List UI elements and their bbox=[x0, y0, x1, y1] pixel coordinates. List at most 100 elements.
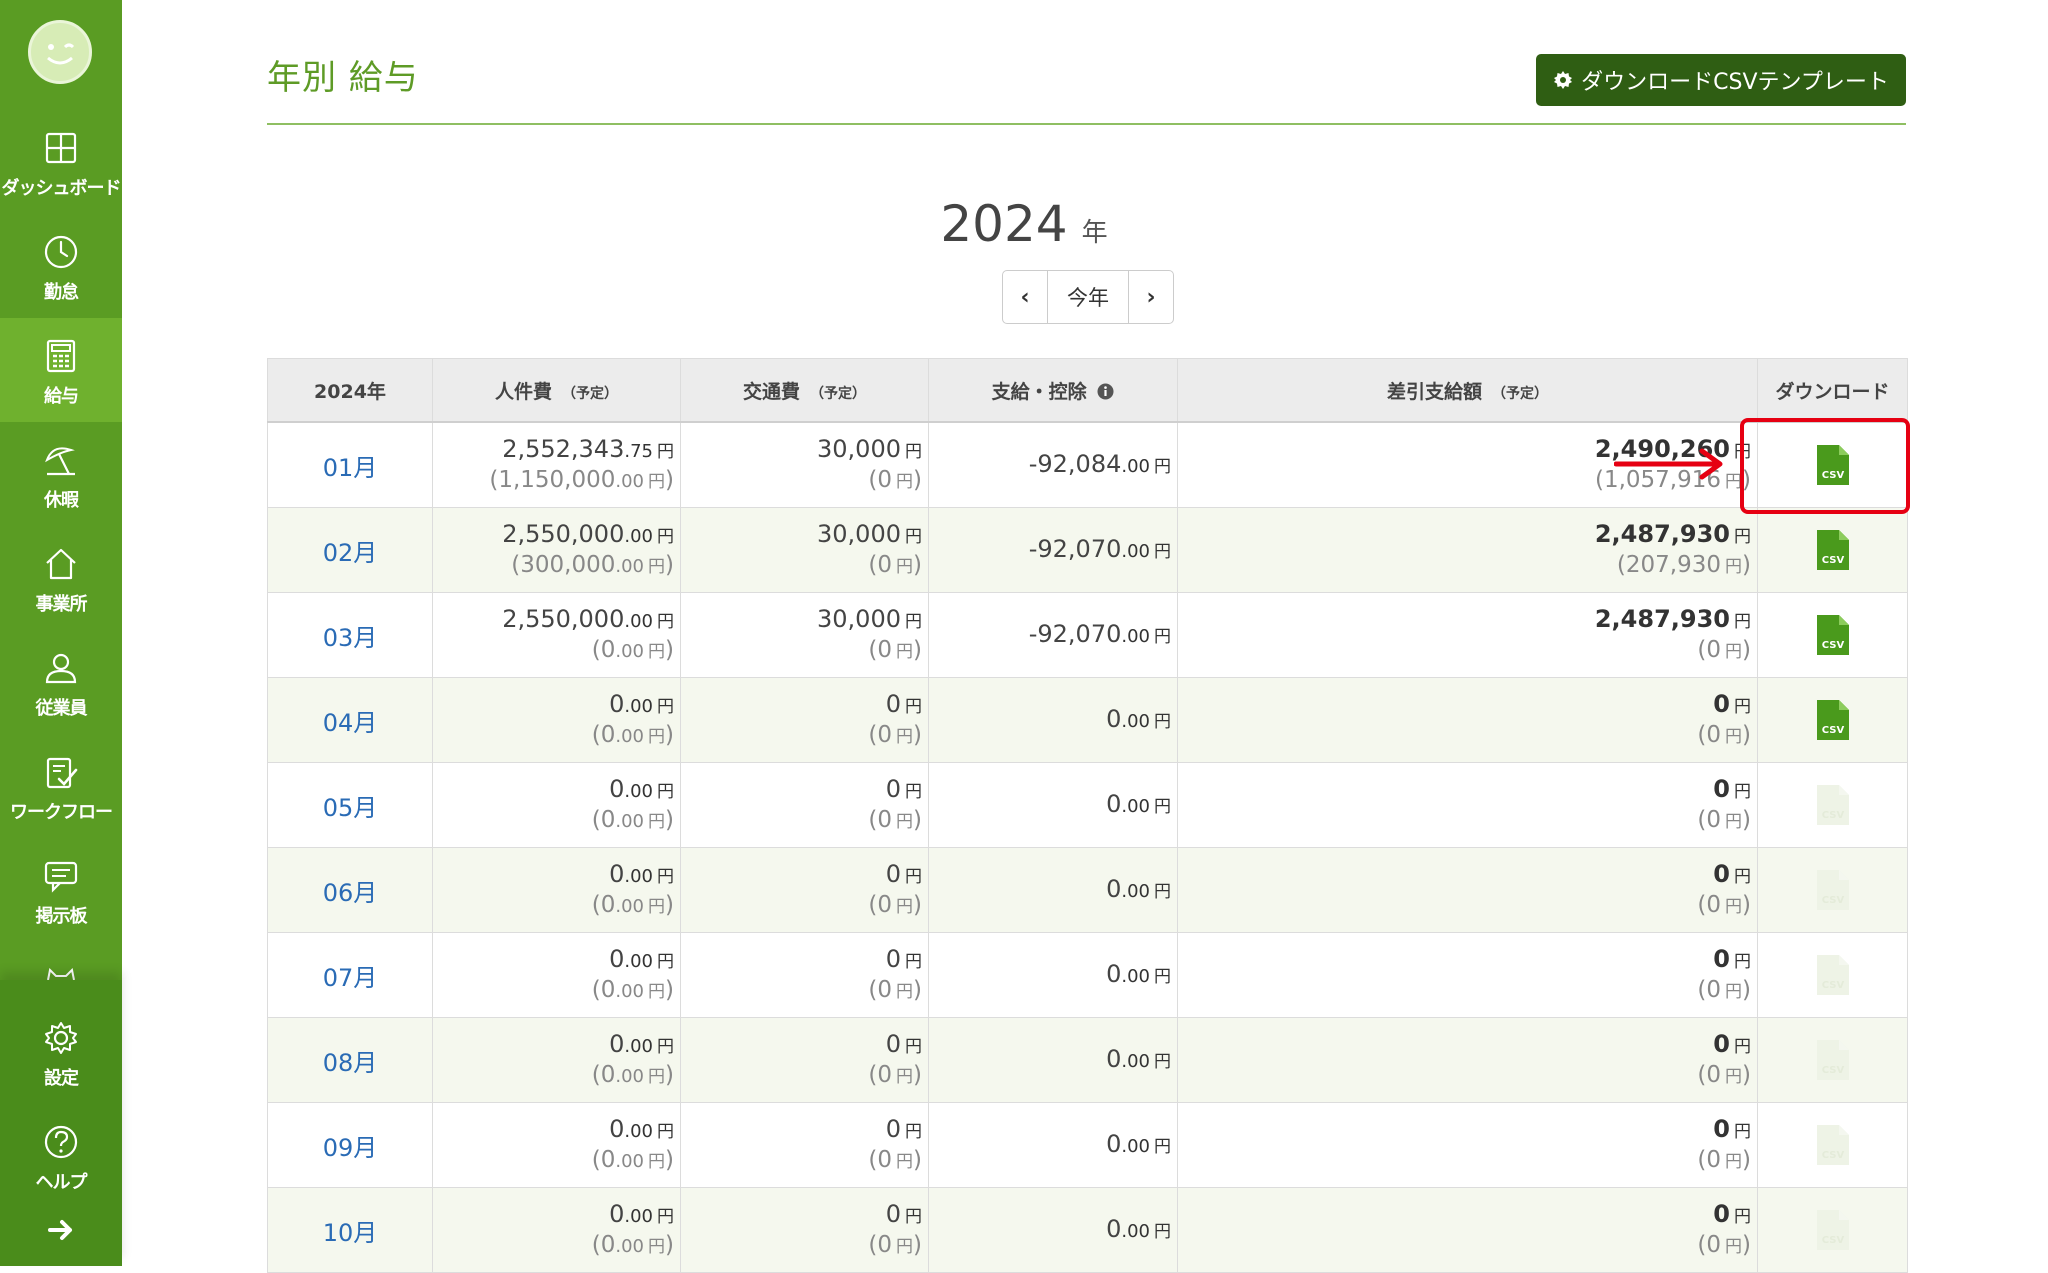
value-decimal: .75 bbox=[624, 440, 653, 462]
close-paren: ) bbox=[665, 721, 674, 748]
month-link[interactable]: 10月 bbox=[267, 1187, 433, 1273]
yen-unit: 円 bbox=[1154, 626, 1171, 647]
csv-file-icon[interactable]: CSV bbox=[1816, 699, 1850, 741]
table-row: 02月 2,550,000.00 円 (300,000.00 円) 30,000 円 (0 円)… bbox=[267, 507, 1908, 593]
close-paren: ) bbox=[665, 1146, 674, 1173]
value-main: 0 bbox=[1106, 1129, 1122, 1158]
value-planned: (0 bbox=[1697, 806, 1722, 833]
value-main: 0 bbox=[1713, 1199, 1730, 1228]
yen-unit: 円 bbox=[648, 1066, 666, 1087]
close-paren: ) bbox=[665, 976, 674, 1003]
value-main: 0 bbox=[1713, 859, 1730, 888]
value-main: 0 bbox=[1106, 789, 1122, 818]
value-decimal: .00 bbox=[624, 780, 653, 802]
current-year-button[interactable]: 今年 bbox=[1047, 271, 1129, 323]
yen-unit: 円 bbox=[648, 896, 666, 917]
expand-sidebar-arrow-icon[interactable] bbox=[44, 1218, 78, 1242]
close-paren: ) bbox=[913, 636, 922, 663]
yen-unit: 円 bbox=[648, 641, 666, 662]
sidebar-item-settings[interactable]: 設定 bbox=[0, 1000, 122, 1104]
yen-unit: 円 bbox=[1154, 1051, 1171, 1072]
svg-text:CSV: CSV bbox=[1821, 1150, 1844, 1161]
col-header-net-pay: 差引支給額 （予定） bbox=[1177, 358, 1758, 423]
value-main: 0 bbox=[609, 1199, 625, 1228]
yen-unit: 円 bbox=[1154, 796, 1171, 817]
yen-unit: 円 bbox=[648, 1236, 666, 1257]
yen-unit: 円 bbox=[1734, 1036, 1751, 1057]
csv-file-icon: CSV bbox=[1816, 1040, 1849, 1080]
value-decimal: .00 bbox=[624, 1120, 653, 1142]
value-main: 2,550,000 bbox=[502, 519, 625, 548]
value-main: 2,487,930 bbox=[1594, 519, 1730, 548]
yen-unit: 円 bbox=[1725, 1151, 1743, 1172]
value-decimal: .00 bbox=[1121, 1135, 1150, 1157]
svg-text:CSV: CSV bbox=[1821, 895, 1844, 906]
sidebar-item-label: 休暇 bbox=[44, 490, 79, 511]
svg-text:CSV: CSV bbox=[1821, 725, 1844, 736]
month-link[interactable]: 05月 bbox=[267, 762, 433, 848]
sidebar-item-leave[interactable]: 休暇 bbox=[0, 422, 122, 526]
home-icon bbox=[46, 548, 76, 580]
col-header-month: 2024年 bbox=[267, 358, 433, 423]
yen-unit: 円 bbox=[1154, 1221, 1171, 1242]
beach-umbrella-icon bbox=[45, 447, 75, 476]
value-main: 0 bbox=[1713, 1029, 1730, 1058]
chat-icon bbox=[44, 861, 78, 893]
smiley-logo-icon[interactable] bbox=[28, 20, 92, 84]
value-decimal: .00 bbox=[615, 1150, 645, 1172]
sidebar-item-employees[interactable]: 従業員 bbox=[0, 630, 122, 734]
sidebar-item-help[interactable]: ヘルプ bbox=[0, 1104, 122, 1208]
prev-year-button[interactable]: ‹ bbox=[1003, 271, 1047, 323]
value-main: 2,552,343 bbox=[502, 434, 625, 463]
yen-unit: 円 bbox=[1725, 556, 1743, 577]
net-pay-cell: 2,487,930 円 (0 円) bbox=[1177, 592, 1758, 678]
help-icon bbox=[44, 1125, 78, 1159]
labor-cost-cell: 0.00 円 (0.00 円) bbox=[432, 1187, 681, 1273]
annual-salary-table: 2024年 人件費 （予定） 交通費 （予定） 支給・控除 差引支給額 （予定） ダウ… bbox=[267, 358, 1908, 1273]
month-link[interactable]: 09月 bbox=[267, 1102, 433, 1188]
close-paren: ) bbox=[1742, 976, 1751, 1003]
yen-unit: 円 bbox=[905, 696, 922, 717]
month-link[interactable]: 04月 bbox=[267, 677, 433, 763]
csv-download-cell[interactable]: CSV bbox=[1757, 507, 1908, 593]
transport-cell: 0 円 (0 円) bbox=[680, 1017, 929, 1103]
value-main: 30,000 bbox=[817, 604, 901, 633]
month-link[interactable]: 01月 bbox=[267, 421, 433, 508]
csv-download-cell[interactable]: CSV bbox=[1757, 677, 1908, 763]
month-link[interactable]: 06月 bbox=[267, 847, 433, 933]
month-link[interactable]: 03月 bbox=[267, 592, 433, 678]
month-link[interactable]: 07月 bbox=[267, 932, 433, 1018]
table-header-row: 2024年 人件費 （予定） 交通費 （予定） 支給・控除 差引支給額 （予定） ダウ… bbox=[267, 358, 1908, 423]
download-csv-template-button[interactable]: ダウンロードCSVテンプレート bbox=[1536, 54, 1906, 106]
csv-download-cell[interactable]: CSV bbox=[1757, 592, 1908, 678]
value-main: 0 bbox=[1713, 1114, 1730, 1143]
transport-cell: 0 円 (0 円) bbox=[680, 1102, 929, 1188]
sidebar-item-office[interactable]: 事業所 bbox=[0, 526, 122, 630]
value-planned: (0 bbox=[591, 891, 616, 918]
yen-unit: 円 bbox=[648, 726, 666, 747]
month-link[interactable]: 08月 bbox=[267, 1017, 433, 1103]
deduction-cell: -92,084.00 円 bbox=[928, 421, 1178, 508]
svg-text:CSV: CSV bbox=[1821, 555, 1844, 566]
close-paren: ) bbox=[913, 806, 922, 833]
deduction-cell: 0.00 円 bbox=[928, 1102, 1178, 1188]
sidebar-item-bulletin-board[interactable]: 掲示板 bbox=[0, 838, 122, 942]
sidebar-item-workflow[interactable]: ワークフロー bbox=[0, 734, 122, 838]
net-pay-cell: 0 円 (0 円) bbox=[1177, 1187, 1758, 1273]
info-icon[interactable] bbox=[1097, 383, 1114, 400]
download-csv-template-label: ダウンロードCSVテンプレート bbox=[1581, 70, 1889, 95]
yen-unit: 円 bbox=[648, 471, 666, 492]
next-year-button[interactable]: › bbox=[1129, 271, 1173, 323]
table-row: 09月 0.00 円 (0.00 円) 0 円 (0 円) 0.00 円 0 円 (0 円) CSV bbox=[267, 1102, 1908, 1188]
value-main: 0 bbox=[885, 859, 901, 888]
csv-file-icon: CSV bbox=[1816, 955, 1849, 995]
month-link[interactable]: 02月 bbox=[267, 507, 433, 593]
csv-file-icon[interactable]: CSV bbox=[1816, 529, 1850, 571]
sidebar-item-payroll[interactable]: 給与 bbox=[0, 318, 122, 422]
csv-file-icon[interactable]: CSV bbox=[1816, 614, 1850, 656]
yen-unit: 円 bbox=[1734, 696, 1751, 717]
yen-unit: 円 bbox=[648, 1151, 666, 1172]
net-pay-cell: 2,487,930 円 (207,930 円) bbox=[1177, 507, 1758, 593]
value-main: 0 bbox=[609, 859, 625, 888]
calculator-icon bbox=[46, 339, 76, 373]
